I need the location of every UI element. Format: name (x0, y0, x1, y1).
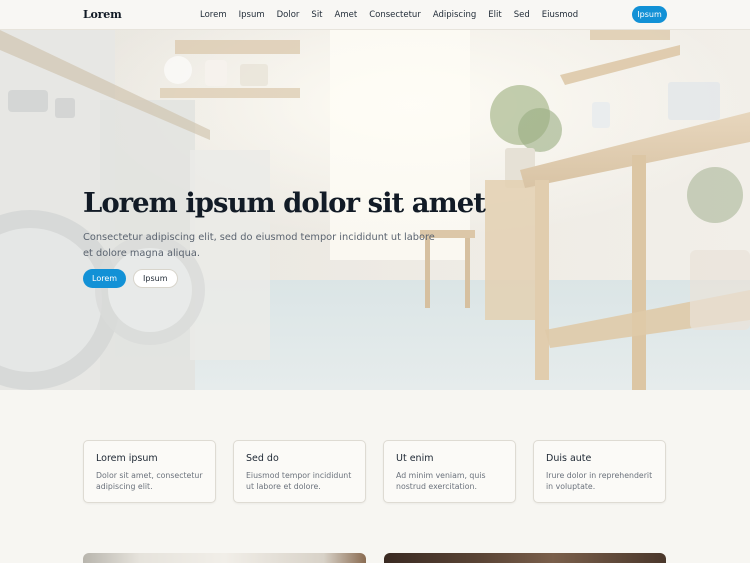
gallery-image-2[interactable] (384, 553, 666, 563)
nav-link-eiusmod[interactable]: Eiusmod (542, 10, 578, 20)
nav-link-lorem[interactable]: Lorem (200, 10, 227, 20)
card-text: Eiusmod tempor incididunt ut labore et d… (246, 471, 352, 491)
nav-link-sit[interactable]: Sit (311, 10, 322, 20)
nav-link-elit[interactable]: Elit (488, 10, 501, 20)
nav-links: Lorem Ipsum Dolor Sit Amet Consectetur A… (200, 10, 578, 20)
feature-card[interactable]: Ut enim Ad minim veniam, quis nostrud ex… (383, 440, 516, 503)
nav-link-sed[interactable]: Sed (514, 10, 530, 20)
hero-primary-button[interactable]: Lorem (83, 269, 127, 288)
card-title: Sed do (246, 453, 279, 464)
hero-secondary-button[interactable]: Ipsum (133, 269, 178, 288)
brand-logo[interactable]: Lorem (83, 8, 122, 21)
nav-link-ipsum[interactable]: Ipsum (239, 10, 265, 20)
feature-cards: Lorem ipsum Dolor sit amet, consectetur … (83, 440, 666, 503)
nav-link-consectetur[interactable]: Consectetur (369, 10, 421, 20)
feature-card[interactable]: Duis aute Irure dolor in reprehenderit i… (533, 440, 666, 503)
card-text: Irure dolor in reprehenderit in voluptat… (546, 471, 653, 491)
nav-cta-button[interactable]: Ipsum (632, 6, 667, 23)
hero-buttons: Lorem Ipsum (83, 269, 178, 288)
top-navbar: Lorem Lorem Ipsum Dolor Sit Amet Consect… (0, 0, 750, 30)
gallery-image-1[interactable] (83, 553, 366, 563)
card-title: Duis aute (546, 453, 592, 464)
nav-link-amet[interactable]: Amet (335, 10, 358, 20)
nav-link-dolor[interactable]: Dolor (277, 10, 300, 20)
card-title: Ut enim (396, 453, 434, 464)
feature-card[interactable]: Lorem ipsum Dolor sit amet, consectetur … (83, 440, 216, 503)
hero-section: Lorem ipsum dolor sit amet Consectetur a… (0, 30, 750, 390)
feature-card[interactable]: Sed do Eiusmod tempor incididunt ut labo… (233, 440, 366, 503)
card-text: Ad minim veniam, quis nostrud exercitati… (396, 471, 486, 491)
hero-title: Lorem ipsum dolor sit amet (83, 187, 486, 219)
card-title: Lorem ipsum (96, 453, 158, 464)
card-text: Dolor sit amet, consectetur adipiscing e… (96, 471, 203, 491)
nav-link-adipiscing[interactable]: Adipiscing (433, 10, 476, 20)
hero-subtitle: Consectetur adipiscing elit, sed do eius… (83, 232, 435, 259)
